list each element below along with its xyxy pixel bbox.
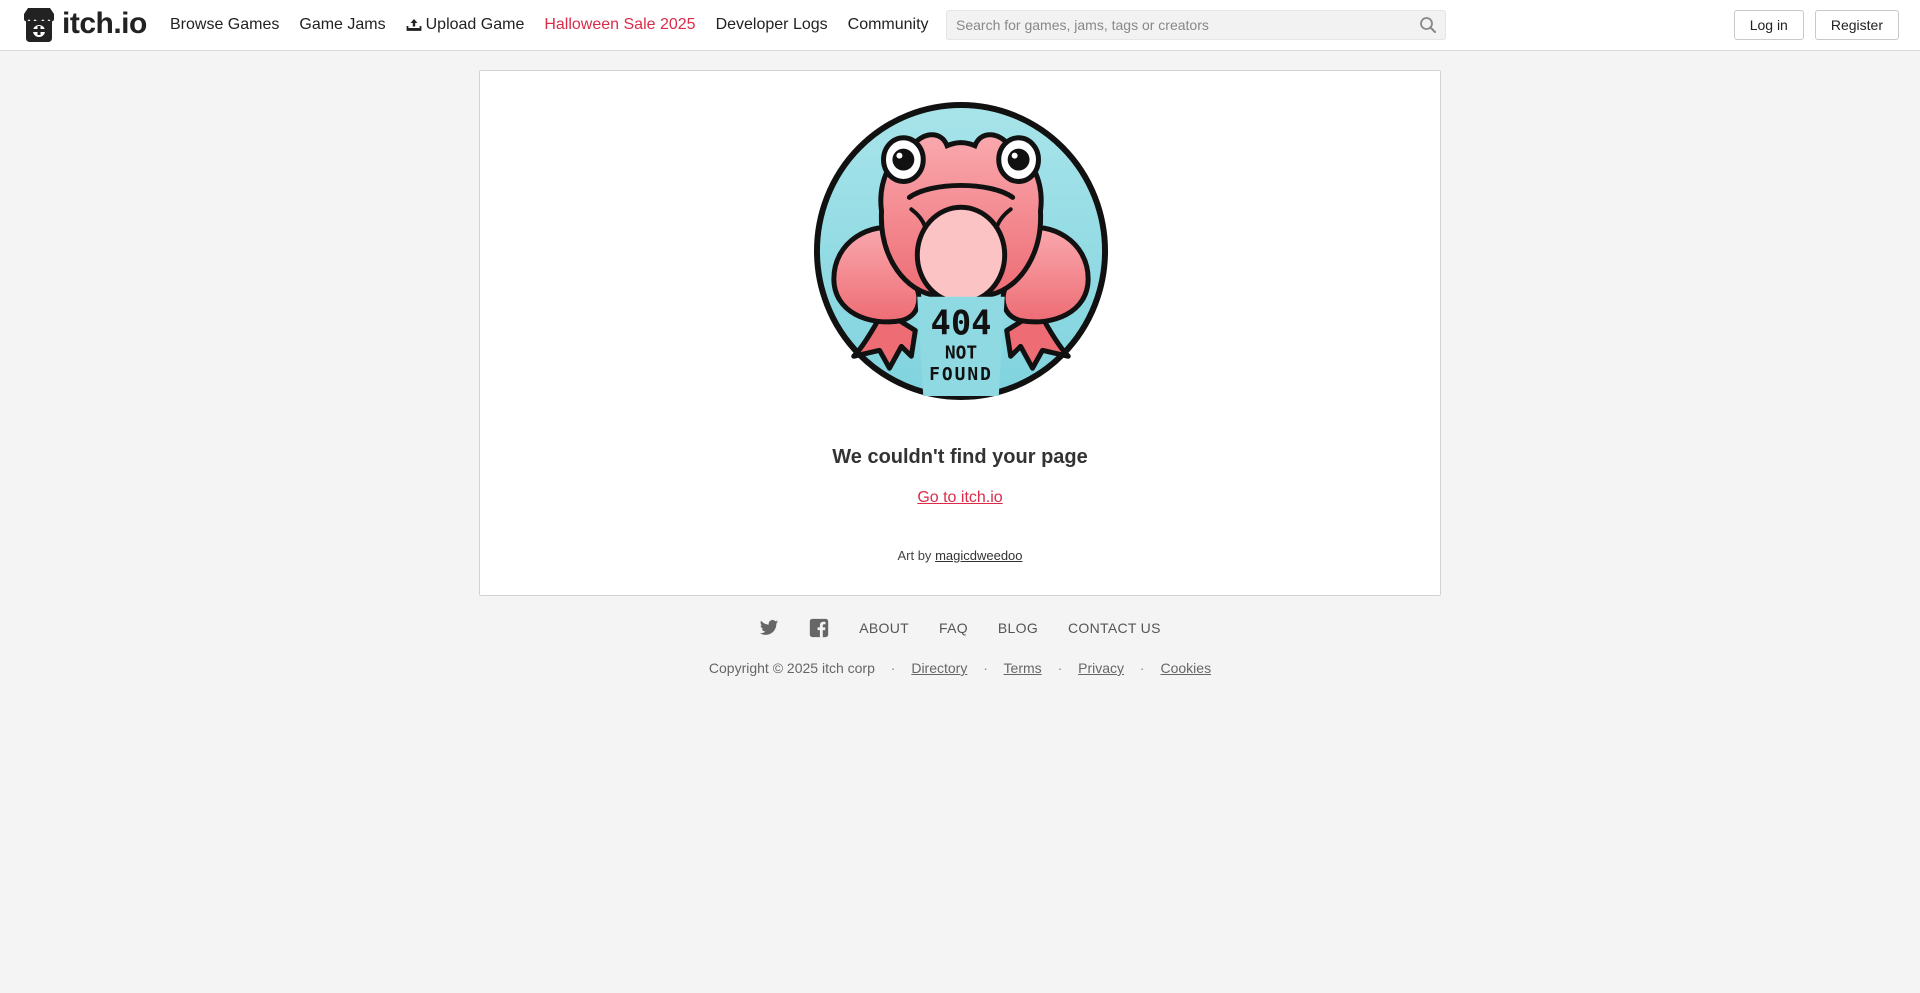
directory-link[interactable]: Directory	[911, 660, 967, 676]
auth-buttons: Log in Register	[1733, 10, 1899, 40]
art-credit: Art by magicdweedoo	[480, 548, 1440, 563]
itchio-logo-icon	[24, 8, 54, 42]
nav-developer-logs[interactable]: Developer Logs	[716, 16, 828, 34]
main-nav: Browse Games Game Jams Upload Game Hallo…	[160, 0, 939, 50]
nav-community[interactable]: Community	[848, 16, 929, 34]
register-button[interactable]: Register	[1814, 10, 1899, 40]
search-icon[interactable]	[1419, 16, 1437, 34]
nav-halloween-sale[interactable]: Halloween Sale 2025	[544, 16, 695, 34]
home-link-wrap: Go to itch.io	[480, 489, 1440, 507]
nav-upload-game-label: Upload Game	[425, 16, 525, 33]
separator: ·	[983, 660, 988, 676]
nav-browse-games[interactable]: Browse Games	[170, 16, 279, 34]
footer-faq-link[interactable]: FAQ	[939, 620, 968, 636]
upload-icon	[406, 19, 422, 31]
search-input[interactable]	[947, 11, 1419, 39]
copyright-bar: Copyright © 2025 itch corp · Directory ·…	[0, 660, 1920, 676]
illustration-text-404: 404	[931, 303, 992, 342]
facebook-link[interactable]	[809, 618, 829, 638]
not-found-card: 404 NOT FOUND We couldn't find your page…	[479, 70, 1441, 596]
frog-404-illustration: 404 NOT FOUND	[813, 102, 1109, 400]
itchio-logo[interactable]: itch.io	[20, 4, 147, 44]
page-title: We couldn't find your page	[832, 446, 1088, 468]
top-header: itch.io Browse Games Game Jams Upload Ga…	[0, 0, 1920, 51]
illustration-text-not: NOT	[945, 342, 977, 363]
footer-about-link[interactable]: ABOUT	[859, 620, 909, 636]
cookies-link[interactable]: Cookies	[1160, 660, 1211, 676]
nav-upload-game[interactable]: Upload Game	[406, 16, 525, 34]
art-credit-prefix: Art by	[897, 548, 932, 563]
search-bar	[946, 10, 1446, 40]
footer-contact-link[interactable]: CONTACT US	[1068, 620, 1161, 636]
footer-blog-link[interactable]: BLOG	[998, 620, 1038, 636]
twitter-icon	[760, 620, 779, 635]
login-button[interactable]: Log in	[1733, 10, 1804, 40]
privacy-link[interactable]: Privacy	[1078, 660, 1124, 676]
logo-text: itch.io	[62, 7, 147, 40]
separator: ·	[890, 660, 896, 676]
twitter-link[interactable]	[759, 618, 779, 638]
go-to-itchio-link[interactable]: Go to itch.io	[917, 489, 1002, 506]
separator: ·	[1057, 660, 1063, 676]
copyright-text: Copyright © 2025 itch corp	[708, 660, 875, 676]
illustration-text-found: FOUND	[929, 364, 993, 385]
facebook-icon	[810, 618, 829, 638]
terms-link[interactable]: Terms	[1004, 660, 1042, 676]
separator: ·	[1139, 660, 1145, 676]
footer-links: ABOUT FAQ BLOG CONTACT US	[0, 618, 1920, 638]
nav-game-jams[interactable]: Game Jams	[299, 16, 385, 34]
artist-link[interactable]: magicdweedoo	[935, 548, 1022, 563]
